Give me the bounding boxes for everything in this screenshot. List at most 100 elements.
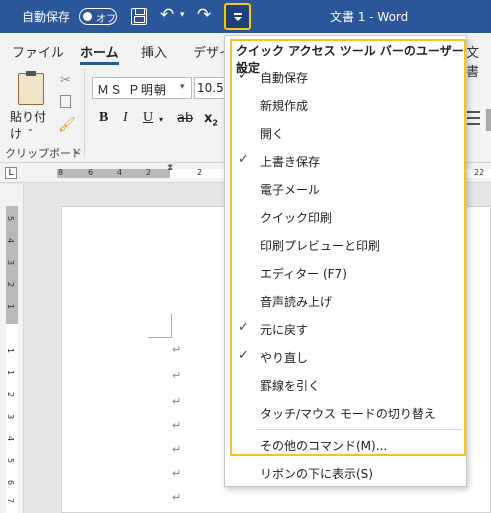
ruler-number: 7 (6, 497, 16, 504)
font-size-box[interactable]: 10.5 (194, 77, 224, 99)
ruler-number: 4 (117, 168, 123, 177)
checkmark-icon: ✓ (238, 348, 249, 363)
menu-item-label: 元に戻す (260, 323, 309, 337)
tab-file[interactable]: ファイル (12, 42, 64, 61)
customize-qat-menu: クイック アクセス ツール バーのユーザー設定 ✓ 自動保存 新規作成 開く ✓… (224, 35, 467, 487)
menu-item-read-aloud[interactable]: 音声読み上げ (227, 288, 465, 314)
menu-item-new[interactable]: 新規作成 (227, 92, 465, 118)
chevron-down-icon[interactable]: ▾ (180, 82, 185, 92)
vertical-ruler: 5 4 3 2 1 1 1 2 3 4 5 6 7 (0, 184, 24, 513)
copy-icon[interactable] (60, 95, 71, 108)
autosave-toggle-state: オフ (96, 14, 116, 25)
checkmark-icon: ✓ (238, 68, 249, 83)
group-divider (84, 69, 85, 157)
margin-corner-mark (148, 314, 172, 338)
italic-button[interactable]: I (123, 110, 128, 126)
undo-icon[interactable]: ↶ (160, 5, 174, 25)
align-icon[interactable] (466, 111, 480, 125)
menu-item-label: 電子メール (260, 183, 321, 197)
menu-item-touch-mode[interactable]: タッチ/マウス モードの切り替え (227, 400, 465, 426)
paragraph-mark[interactable]: ↵ (172, 369, 181, 382)
menu-separator (256, 429, 462, 430)
title-bar: 自動保存 オフ ↶ ▾ ↷ 文書 1 - Word (0, 0, 491, 33)
subscript-sub: 2 (212, 118, 218, 128)
menu-item-redo[interactable]: ✓ やり直し (227, 344, 465, 370)
menu-item-autosave[interactable]: ✓ 自動保存 (227, 64, 465, 90)
clipboard-icon (18, 71, 44, 105)
menu-item-label: 自動保存 (260, 71, 309, 85)
menu-item-print-preview[interactable]: 印刷プレビューと印刷 (227, 232, 465, 258)
menu-item-label: 罫線を引く (260, 379, 321, 393)
ruler-number: 8 (58, 168, 64, 177)
underline-button[interactable]: U (143, 110, 153, 126)
autosave-toggle[interactable]: オフ (79, 8, 117, 25)
ruler-number: 3 (6, 259, 16, 266)
menu-item-label: タッチ/マウス モードの切り替え (260, 407, 436, 421)
checkmark-icon: ✓ (238, 320, 249, 335)
format-painter-icon[interactable]: 🖌 (58, 117, 76, 133)
undo-dropdown-icon[interactable]: ▾ (180, 10, 185, 20)
dialog-launcher-icon[interactable]: ↘ (72, 147, 80, 157)
ruler-margin (57, 169, 170, 178)
customize-qat-button[interactable] (224, 3, 251, 30)
paragraph-mark[interactable]: ↵ (172, 467, 181, 480)
menu-item-editor[interactable]: エディター (F7) (227, 260, 465, 286)
ruler-number: 5 (6, 457, 16, 464)
align-right-icon[interactable] (486, 109, 491, 131)
menu-item-label: リボンの下に表示(S) (260, 467, 373, 481)
ruler-number: 6 (88, 168, 94, 177)
ruler-number: 2 (197, 168, 203, 177)
menu-item-more-commands[interactable]: その他のコマンド(M)... (227, 432, 465, 458)
menu-item-label: 上書き保存 (260, 155, 321, 169)
ruler-number: 22 (474, 168, 485, 177)
chevron-down-icon (234, 17, 242, 21)
paragraph-mark[interactable]: ↵ (172, 491, 181, 504)
menu-item-label: 新規作成 (260, 99, 309, 113)
indent-marker[interactable]: ⧗ (167, 163, 173, 173)
menu-item-open[interactable]: 開く (227, 120, 465, 146)
menu-item-label: 印刷プレビューと印刷 (260, 239, 381, 253)
menu-item-label: 音声読み上げ (260, 295, 333, 309)
bold-button[interactable]: B (99, 110, 108, 126)
menu-item-draw-table[interactable]: 罫線を引く (227, 372, 465, 398)
paragraph-mark[interactable]: ↵ (172, 419, 181, 432)
tab-selector[interactable]: L (5, 167, 17, 179)
ruler-number: 2 (146, 168, 152, 177)
menu-item-label: やり直し (260, 351, 309, 365)
paste-button[interactable]: 貼り付け ⌄ (8, 71, 56, 141)
ruler-number: 4 (6, 237, 16, 244)
tab-home[interactable]: ホーム (80, 42, 119, 65)
redo-icon[interactable]: ↷ (197, 5, 211, 25)
menu-item-quick-print[interactable]: クイック印刷 (227, 204, 465, 230)
menu-item-email[interactable]: 電子メール (227, 176, 465, 202)
strikethrough-button[interactable]: ab (177, 111, 193, 126)
ruler-number: 1 (6, 347, 16, 354)
paragraph-mark[interactable]: ↵ (172, 443, 181, 456)
menu-item-label: その他のコマンド(M)... (260, 439, 388, 453)
ruler-number: 2 (6, 391, 16, 398)
paragraph-mark[interactable]: ↵ (172, 395, 181, 408)
tab-references[interactable]: 文書 (466, 42, 491, 80)
ruler-number: 3 (6, 413, 16, 420)
tab-insert[interactable]: 挿入 (141, 42, 167, 61)
qat-line-icon (234, 13, 242, 15)
menu-item-label: 開く (260, 127, 285, 141)
ruler-number: 4 (6, 435, 16, 442)
clipboard-group-label: クリップボード (5, 147, 82, 160)
subscript-button[interactable]: x2 (204, 111, 218, 128)
chevron-down-icon: ⌄ (27, 124, 34, 133)
ruler-number: 2 (6, 281, 16, 288)
menu-item-undo[interactable]: ✓ 元に戻す (227, 316, 465, 342)
cut-icon[interactable]: ✂ (60, 73, 71, 88)
menu-item-show-below-ribbon[interactable]: リボンの下に表示(S) (227, 460, 465, 484)
paragraph-mark[interactable]: ↵ (172, 343, 181, 356)
menu-item-save[interactable]: ✓ 上書き保存 (227, 148, 465, 174)
ruler-number: 1 (6, 303, 16, 310)
menu-item-label: クイック印刷 (260, 211, 333, 225)
save-icon[interactable] (131, 8, 147, 25)
font-name-box[interactable]: ＭＳ Ｐ明朝 (92, 77, 192, 99)
chevron-down-icon[interactable]: ▾ (159, 115, 163, 124)
ruler-number: 1 (6, 369, 16, 376)
window-title: 文書 1 - Word (330, 10, 409, 24)
menu-item-label: エディター (F7) (260, 267, 347, 281)
